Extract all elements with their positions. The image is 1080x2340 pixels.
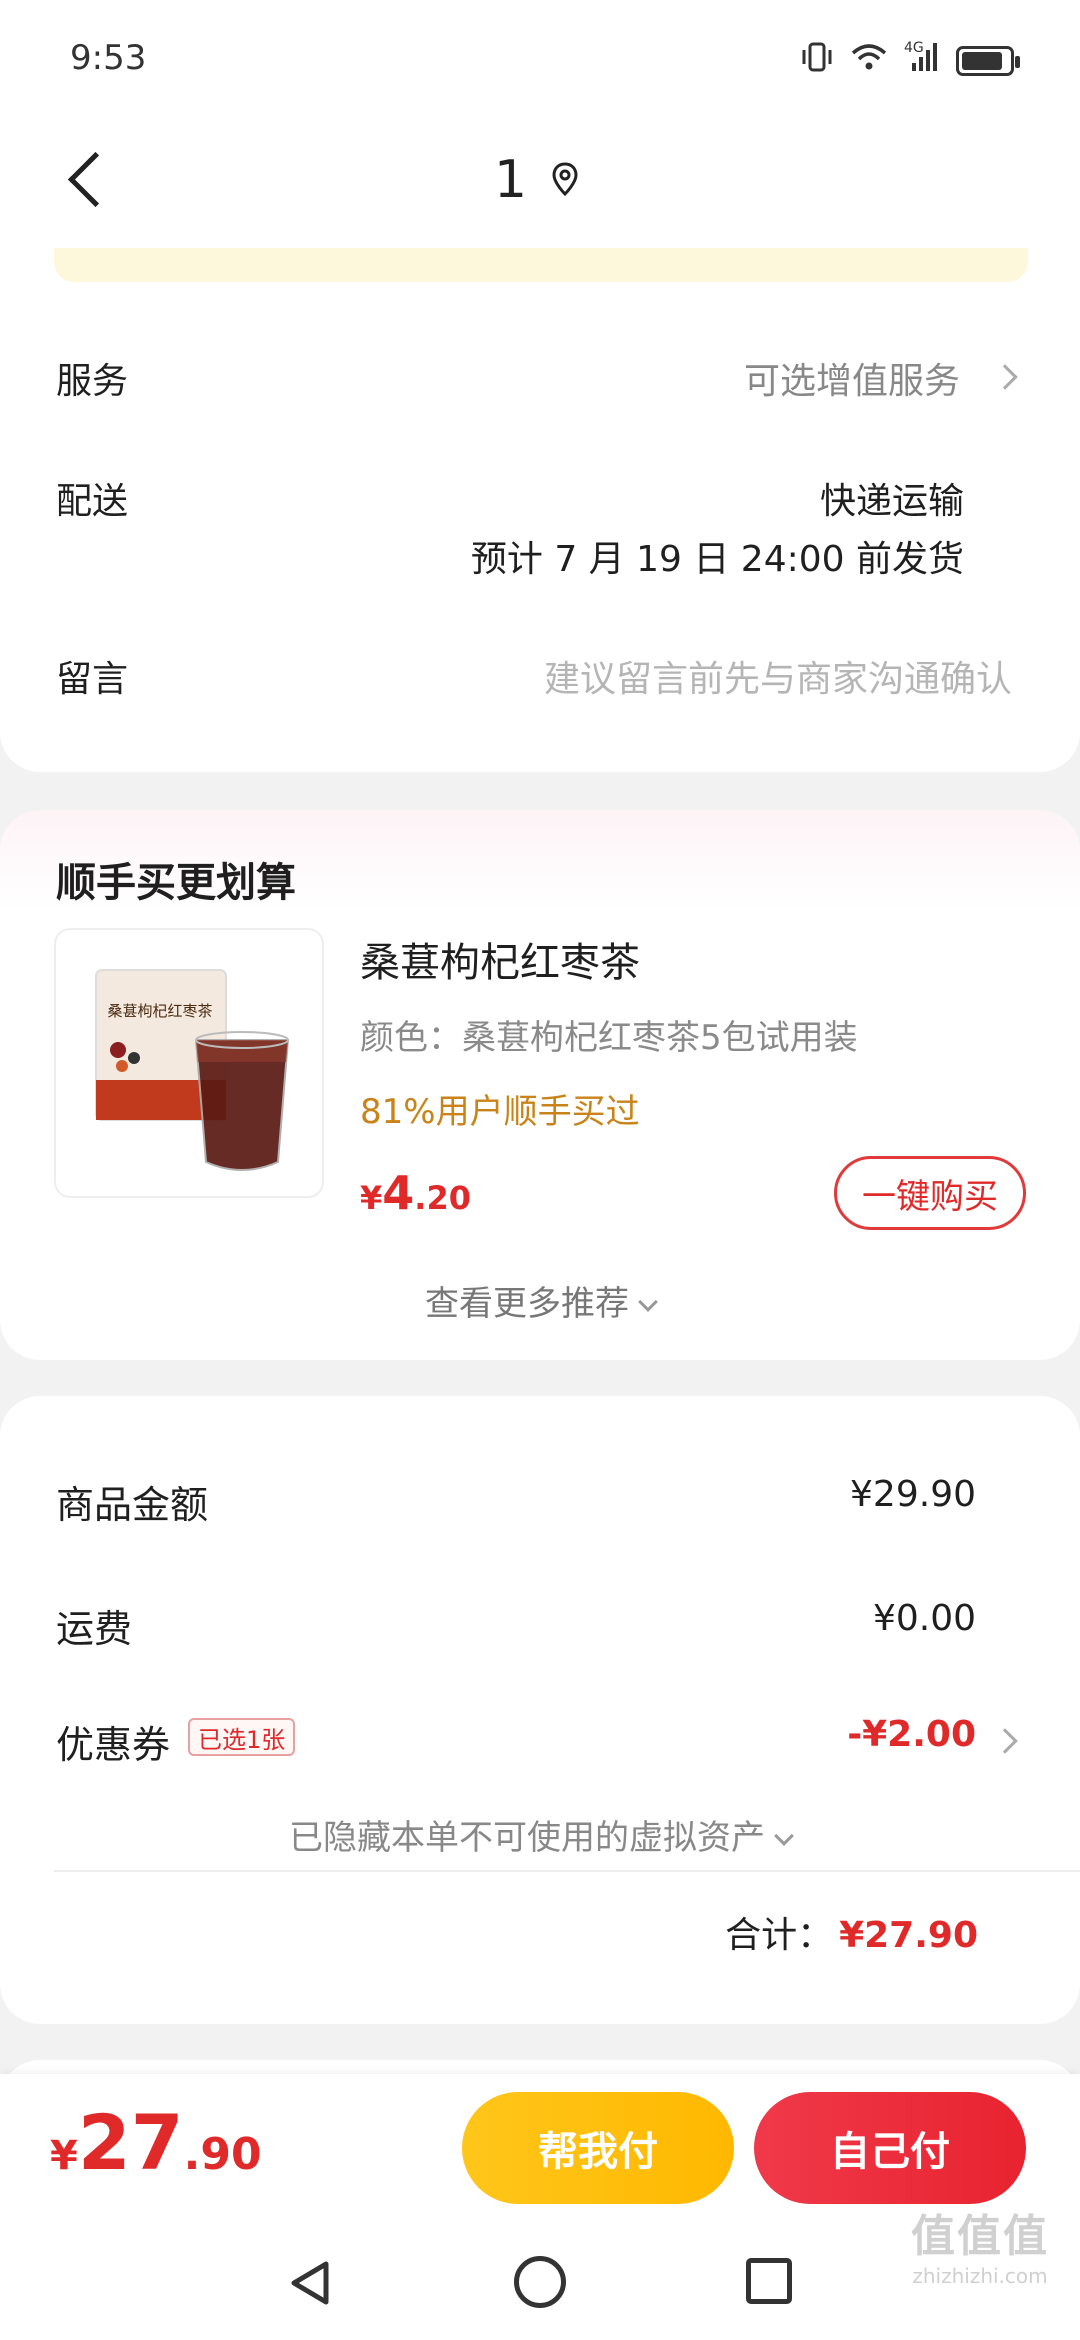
- system-recents-icon[interactable]: [746, 2258, 792, 2304]
- price-summary-card: 商品金额 ¥29.90 运费 ¥0.00 优惠券 已选1张 -¥2.00 已隐藏…: [0, 1396, 1080, 2024]
- goods-amount-value: ¥29.90: [850, 1474, 976, 1515]
- order-details-card: 服务 可选增值服务 配送 快递运输 预计 7 月 19 日 24:00 前发货 …: [0, 240, 1080, 772]
- one-click-buy-button[interactable]: 一键购买: [834, 1156, 1026, 1230]
- system-home-icon[interactable]: [514, 2256, 566, 2308]
- final-price: ¥27.90: [50, 2098, 262, 2187]
- goods-amount-label: 商品金额: [56, 1483, 209, 1527]
- wifi-icon: [850, 41, 888, 81]
- network-type: 4G: [904, 40, 924, 56]
- more-recommendations-label: 查看更多推荐: [425, 1284, 629, 1324]
- nav-bar: 1: [0, 120, 1080, 240]
- chevron-right-icon: [992, 1728, 1018, 1754]
- divider: [54, 1870, 1080, 1872]
- price-symbol: ¥: [360, 1179, 383, 1217]
- coupon-value: -¥2.00: [847, 1714, 976, 1755]
- coupon-badge: 已选1张: [188, 1718, 296, 1756]
- product-price: ¥4.20: [360, 1166, 471, 1220]
- status-icons: 4G: [800, 40, 1020, 82]
- shipping-value: ¥0.00: [872, 1598, 976, 1639]
- delivery-eta: 预计 7 月 19 日 24:00 前发货: [470, 539, 964, 580]
- total-line: 合计： ¥27.90: [725, 1906, 978, 1958]
- total-value: ¥27.90: [839, 1915, 978, 1956]
- final-price-decimal: .90: [183, 2129, 262, 2180]
- notice-strip: [54, 248, 1028, 282]
- message-label: 留言: [56, 659, 129, 700]
- product-spec: 颜色：桑葚枸杞红枣茶5包试用装: [360, 1018, 858, 1058]
- final-price-symbol: ¥: [50, 2133, 78, 2179]
- price-integer: 4: [382, 1166, 415, 1220]
- watermark-logo: 值值值 zhizhizhi.com: [902, 2200, 1058, 2288]
- service-value: 可选增值服务: [743, 361, 960, 402]
- status-time: 9:53: [70, 38, 147, 78]
- hidden-assets-label: 已隐藏本单不可使用的虚拟资产: [289, 1818, 765, 1858]
- recommendation-card: 顺手买更划算 桑葚枸杞红枣茶 桑葚枸杞红枣茶 颜色：桑葚枸杞红枣茶5包试用装 8…: [0, 810, 1080, 1360]
- battery-icon: [956, 46, 1020, 76]
- more-recommendations-link[interactable]: 查看更多推荐: [0, 1276, 1080, 1325]
- delivery-method: 快递运输: [819, 481, 964, 522]
- back-icon[interactable]: [62, 150, 122, 210]
- status-bar: 9:53 4G: [0, 0, 1080, 120]
- message-input[interactable]: 建议留言前先与商家沟通确认: [544, 650, 1012, 702]
- vibrate-icon: [800, 40, 834, 82]
- package-label: 桑葚枸杞红枣茶: [107, 1002, 212, 1020]
- product-image[interactable]: 桑葚枸杞红枣茶: [54, 928, 324, 1198]
- watermark-top: 值值值: [911, 2211, 1049, 2262]
- hidden-assets-toggle[interactable]: 已隐藏本单不可使用的虚拟资产: [0, 1810, 1080, 1859]
- signal-icon: 4G: [904, 40, 940, 81]
- chevron-right-icon: [992, 364, 1018, 390]
- product-name[interactable]: 桑葚枸杞红枣茶: [360, 930, 640, 988]
- price-decimal: .20: [414, 1179, 471, 1217]
- delivery-label: 配送: [56, 481, 129, 522]
- location-pin-icon[interactable]: [552, 162, 578, 197]
- recommendation-title: 顺手买更划算: [56, 860, 296, 906]
- watermark-bottom: zhizhizhi.com: [912, 2264, 1048, 2288]
- pay-myself-button[interactable]: 自己付: [754, 2092, 1026, 2204]
- system-back-icon[interactable]: [286, 2258, 336, 2308]
- chevron-down-icon: [638, 1292, 658, 1312]
- social-proof: 81%用户顺手买过: [360, 1092, 640, 1132]
- coupon-label: 优惠券: [56, 1723, 171, 1767]
- total-label: 合计：: [725, 1915, 834, 1956]
- final-price-integer: 27: [77, 2098, 184, 2187]
- shipping-label: 运费: [56, 1607, 133, 1651]
- page-title: 1: [494, 150, 528, 210]
- service-label: 服务: [56, 361, 129, 402]
- chevron-down-icon: [774, 1826, 794, 1846]
- help-me-pay-button[interactable]: 帮我付: [462, 2092, 734, 2204]
